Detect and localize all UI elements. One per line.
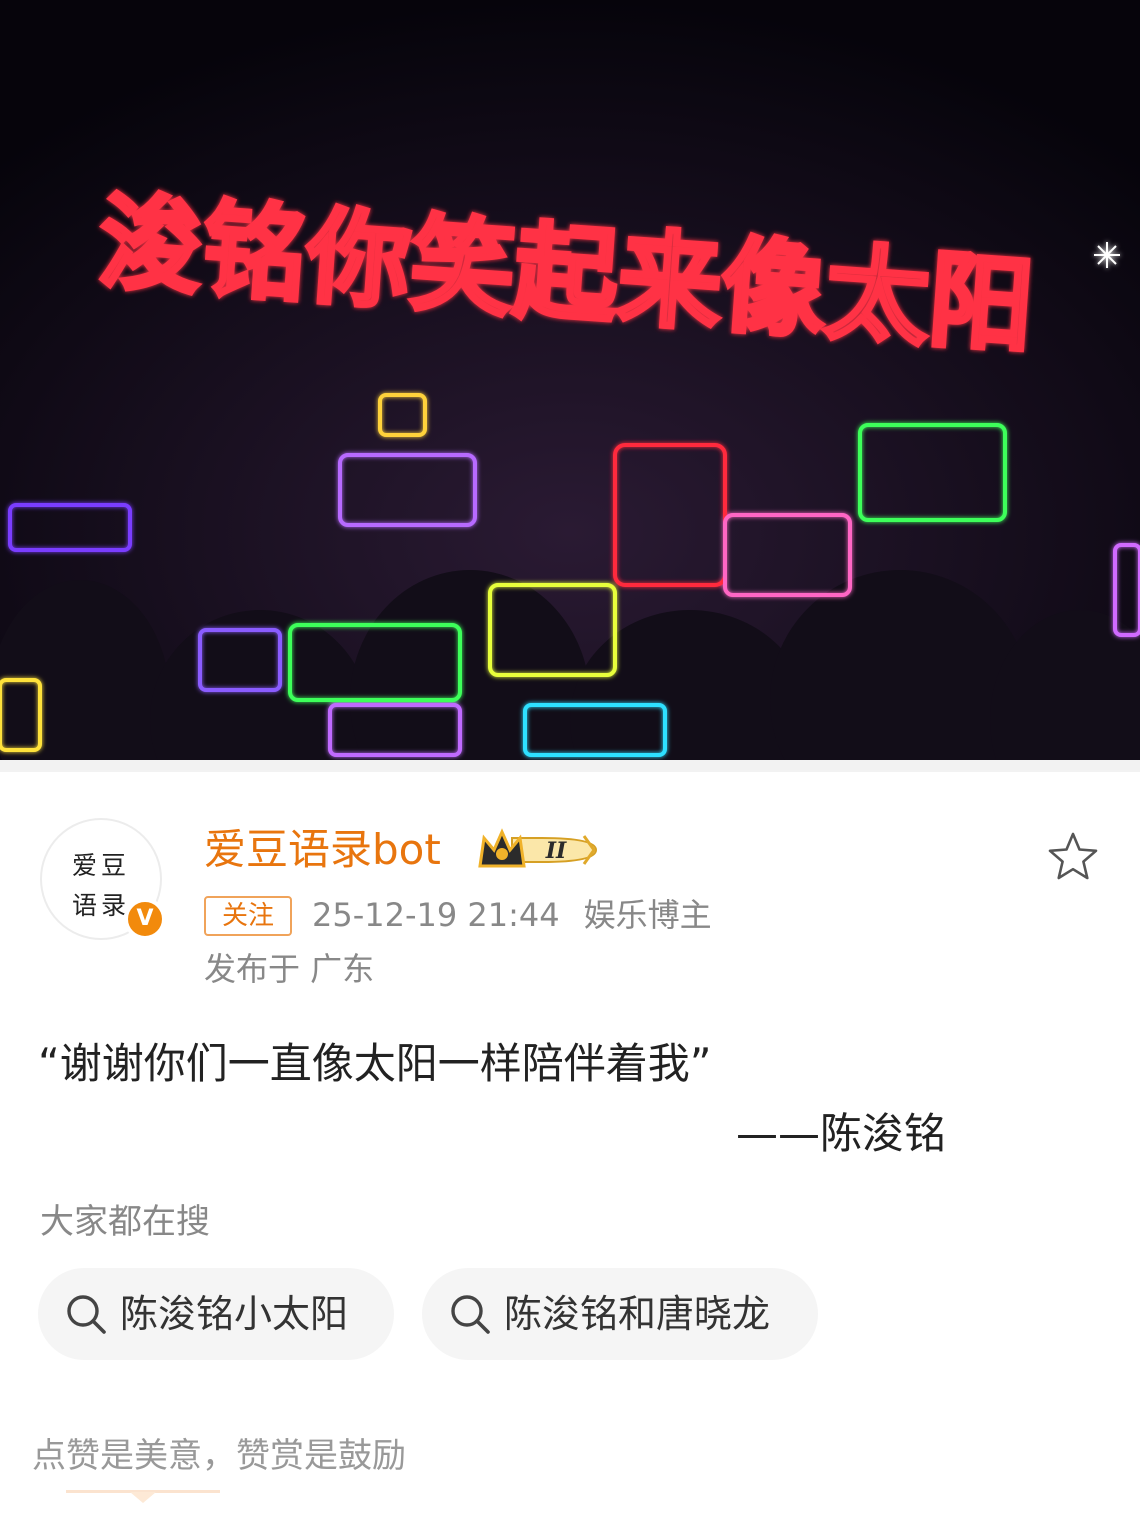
post-quote: “谢谢你们一直像太阳一样陪伴着我” [38, 1039, 712, 1088]
follow-button[interactable]: 关注 [204, 896, 292, 936]
reward-prompt: 点赞是美意，赞赏是鼓励 [32, 1436, 406, 1476]
caret-down-icon [130, 1492, 156, 1503]
search-chip[interactable]: 陈浚铭和唐晓龙 [422, 1268, 818, 1360]
avatar-text-line1: 爱豆 [71, 851, 130, 880]
search-icon [67, 1295, 106, 1334]
post-photo[interactable]: 浚铭你笑起来像太阳 [0, 0, 1140, 760]
search-chip[interactable]: 陈浚铭小太阳 [38, 1268, 394, 1360]
username[interactable]: 爱豆语录bot [204, 822, 441, 878]
post-timestamp: 25-12-19 21:44 [312, 896, 560, 934]
trending-search-heading: 大家都在搜 [40, 1202, 210, 1242]
star-icon[interactable] [1046, 830, 1100, 884]
search-chip-label: 陈浚铭和唐晓龙 [504, 1292, 771, 1336]
post-signature: ——陈浚铭 [736, 1109, 947, 1158]
post-location: 发布于 广东 [204, 950, 375, 988]
verified-icon: V [124, 898, 166, 940]
fan-level: II [545, 838, 567, 864]
author-category: 娱乐博主 [583, 896, 712, 934]
crown-icon[interactable]: II [476, 826, 600, 874]
post-meta: 25-12-19 21:44 娱乐博主 [312, 892, 712, 938]
search-chip-label: 陈浚铭小太阳 [120, 1292, 349, 1336]
search-icon [451, 1295, 490, 1334]
section-divider [0, 760, 1140, 772]
concert-photo-art: 浚铭你笑起来像太阳 [0, 0, 1140, 760]
